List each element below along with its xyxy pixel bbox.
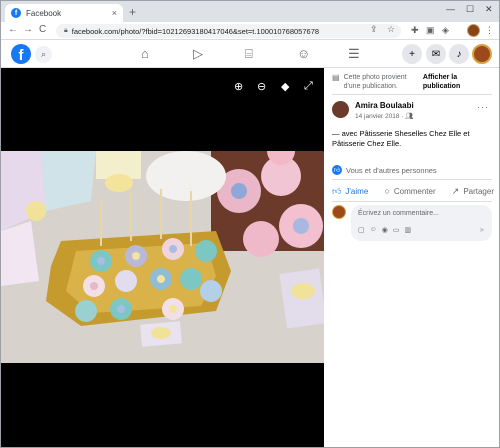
reactions-text: Vous et d'autres personnes [346,165,437,175]
notice-text: Cette photo provient d'une publication. [343,74,407,90]
create-plus-icon[interactable]: + [402,44,422,64]
extension-puzzle-icon[interactable]: ◈ [442,25,449,36]
photo-viewer: ⊕ ⊖ ◆ ⤢ [1,68,324,447]
audience-friends-icon: 👥︎ [405,113,414,120]
avatar-sticker-icon[interactable]: ▢ [358,226,365,234]
groups-icon[interactable]: ☺ [297,47,310,61]
post-date-text: 14 janvier 2018 · [355,113,406,120]
like-button[interactable]: 👍︎ J'aime [332,183,368,199]
tab-title: Facebook [26,8,62,18]
notifications-bell-icon[interactable]: ♪ [449,44,469,64]
marketplace-icon[interactable]: ⌸ [245,47,253,61]
tag-icon[interactable]: ◆ [281,80,289,93]
forward-button[interactable]: → [23,24,33,35]
zoom-in-icon[interactable]: ⊕ [234,80,243,93]
comment-input[interactable]: Écrivez un commentaire... ▢ ☺ ◉ ▭ ▥ ➤ [351,205,492,241]
like-label: J'aime [345,186,369,196]
browser-toolbar: ← → C 🔒︎ facebook.com/photo/?fbid=102126… [1,22,499,40]
comment-button[interactable]: ○ Commenter [384,183,435,199]
browser-profile-avatar[interactable] [467,24,480,37]
menu-hamburger-icon[interactable]: ☰ [348,47,360,61]
share-page-icon[interactable]: ⇪ [370,24,378,35]
zoom-out-icon[interactable]: ⊖ [257,80,266,93]
post-notice-icon: ▤ [332,73,340,82]
emoji-icon[interactable]: ☺ [370,226,377,234]
author-name[interactable]: Amira Boulaabi [355,101,414,110]
bookmark-star-icon[interactable]: ☆ [387,24,395,35]
new-tab-button[interactable]: + [129,5,136,19]
extensions-icon[interactable]: ✚ [411,25,419,36]
search-icon[interactable]: ⌕ [35,46,52,63]
sticker-icon[interactable]: ▥ [405,226,412,234]
thumbs-up-icon: 👍︎ [332,185,342,196]
browser-menu-icon[interactable]: ⋮ [485,25,494,36]
browser-tab[interactable]: f Facebook × [5,4,123,22]
back-button[interactable]: ← [8,24,18,35]
facebook-header: f ⌕ ⌂ ▷ ⌸ ☺ ☰ + ✉ ♪ [1,41,499,68]
tab-strip: f Facebook × + — ☐ ✕ [1,1,499,22]
share-arrow-icon: ↗ [451,185,460,196]
cake-pops-photo [1,151,324,363]
comment-placeholder: Écrivez un commentaire... [358,210,439,217]
lock-icon: 🔒︎ [64,27,68,34]
author-avatar[interactable] [332,101,349,118]
divider [332,179,492,180]
post-actions: 👍︎ J'aime ○ Commenter ↗ Partager [332,183,494,199]
comment-tools: ▢ ☺ ◉ ▭ ▥ [358,226,411,234]
reload-button[interactable]: C [39,24,46,35]
tab-close-icon[interactable]: × [112,8,117,18]
side-panel-icon[interactable]: ▣ [426,25,435,36]
facebook-logo-icon[interactable]: f [11,44,31,64]
browser-window: f Facebook × + — ☐ ✕ ← → C 🔒︎ facebook.c… [0,0,500,448]
post-caption: — avec Pâtisserie Sheselles Chez Elle et… [332,129,470,148]
account-avatar[interactable] [472,44,492,64]
post-side-panel: ▤ Cette photo provient d'une publication… [324,68,499,447]
camera-icon[interactable]: ◉ [382,226,388,234]
facebook-favicon-icon: f [11,8,21,18]
more-options-icon[interactable]: ··· [477,102,489,112]
divider [332,94,492,95]
watch-video-icon[interactable]: ▷ [193,47,203,61]
share-label: Partager [463,186,494,196]
messenger-icon[interactable]: ✉ [426,44,446,64]
address-url: facebook.com/photo/?fbid=102126931804170… [71,26,320,36]
comment-label: Commenter [393,186,436,196]
commenter-avatar [332,205,346,219]
gif-icon[interactable]: ▭ [393,226,400,234]
view-post-link[interactable]: Afficher la publication [423,73,492,91]
window-close-button[interactable]: ✕ [485,4,493,15]
like-reaction-icon: 👍︎ [332,165,342,175]
post-source-notice: ▤ Cette photo provient d'une publication… [332,73,492,91]
send-icon[interactable]: ➤ [479,226,485,234]
divider [332,201,492,202]
fullscreen-icon[interactable]: ⤢ [304,80,313,93]
share-button[interactable]: ↗ Partager [452,183,494,199]
minimize-button[interactable]: — [446,4,455,14]
address-bar[interactable]: 🔒︎ facebook.com/photo/?fbid=102126931804… [56,24,401,38]
post-date[interactable]: 14 janvier 2018 · 👥︎ [355,112,414,120]
cake-pops-illustration [1,151,324,363]
comment-bubble-icon: ○ [384,186,390,196]
reactions-summary[interactable]: 👍︎ Vous et d'autres personnes [332,165,437,175]
maximize-button[interactable]: ☐ [466,4,474,15]
home-icon[interactable]: ⌂ [141,47,149,61]
